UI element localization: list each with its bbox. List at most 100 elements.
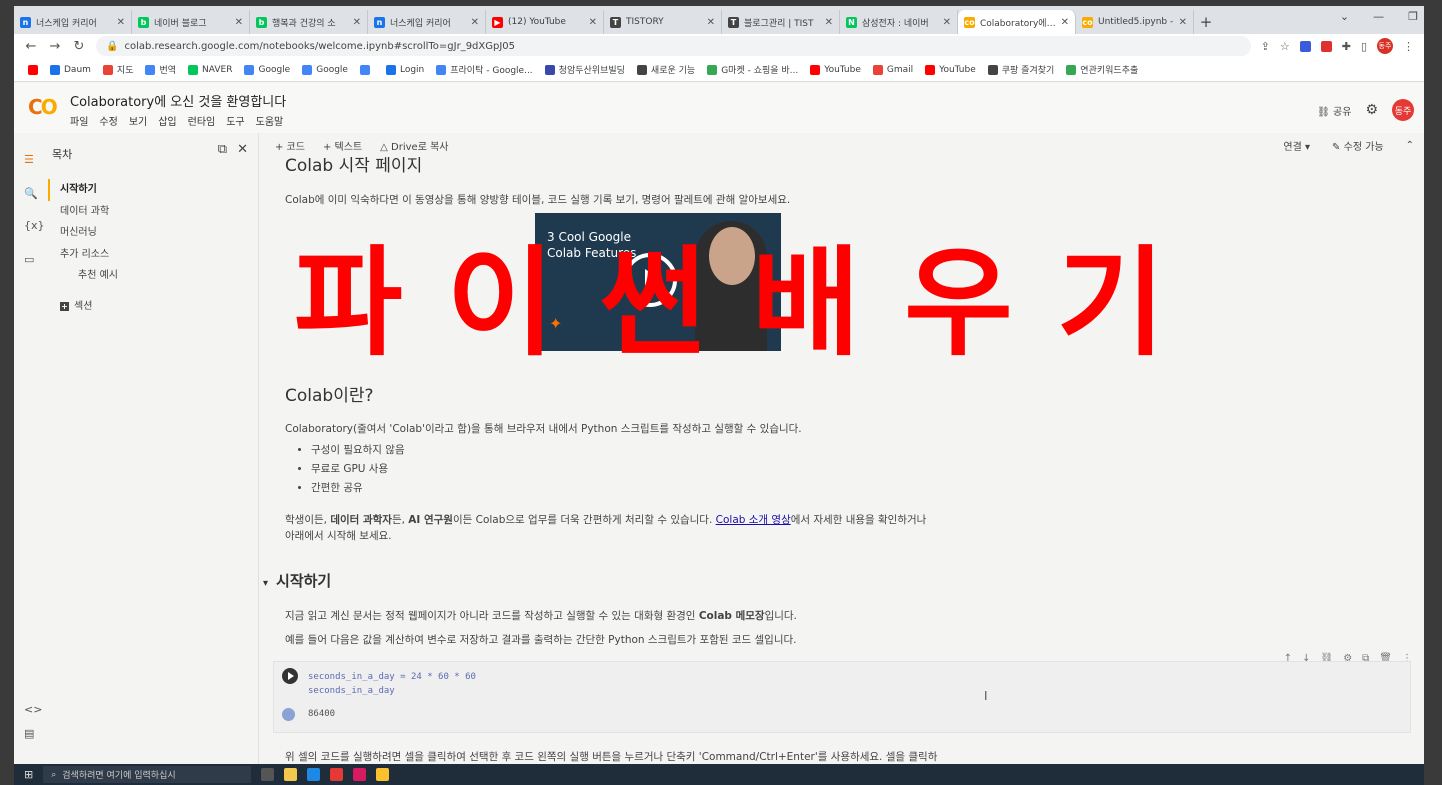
chevron-down-icon[interactable]: ⌄ <box>1340 10 1349 23</box>
toc-item[interactable]: 데이터 과학 <box>48 201 258 223</box>
sidepanel-icon[interactable]: ▯ <box>1361 40 1367 53</box>
puzzle-icon[interactable]: ✚ <box>1342 40 1351 53</box>
profile-avatar[interactable]: 동주 <box>1377 38 1393 54</box>
copy-to-drive-button[interactable]: △ Drive로 복사 <box>380 138 448 153</box>
section-heading-getting-started[interactable]: ▾ 시작하기 <box>263 570 339 591</box>
add-section-button[interactable]: + 섹션 <box>60 297 92 312</box>
app-icon[interactable] <box>376 768 390 781</box>
output-icon[interactable] <box>282 708 295 721</box>
bookmark-item[interactable]: 새로운 기능 <box>636 63 695 76</box>
table-of-contents-icon[interactable]: ☰ <box>24 153 34 166</box>
close-tab-icon[interactable]: ✕ <box>707 17 715 28</box>
bookmark-item[interactable]: Gmail <box>872 64 913 75</box>
bookmark-youtube-icon[interactable] <box>28 64 38 75</box>
menu-item[interactable]: 도움말 <box>256 113 284 128</box>
close-tab-icon[interactable]: ✕ <box>943 17 951 28</box>
close-tab-icon[interactable]: ✕ <box>589 17 597 28</box>
bookmark-item[interactable]: G마켓 - 쇼핑을 바... <box>707 63 798 76</box>
taskbar-search-input[interactable]: ⌕ 검색하려면 여기에 입력하십시 <box>43 766 252 783</box>
settings-gear-icon[interactable]: ⚙ <box>1365 102 1378 118</box>
bookmark-item[interactable] <box>359 64 374 75</box>
chrome-icon[interactable] <box>330 768 344 781</box>
bookmark-item[interactable]: NAVER <box>188 64 232 75</box>
bookmark-item[interactable]: Login <box>385 64 424 75</box>
notebook-title[interactable]: Colaboratory에 오신 것을 환영합니다 <box>70 91 286 110</box>
file-explorer-icon[interactable] <box>284 768 298 781</box>
bookmark-item[interactable]: 프라이탁 - Google... <box>436 63 533 76</box>
bookmark-item[interactable]: 연관키워드추출 <box>1066 63 1138 76</box>
close-tab-icon[interactable]: ✕ <box>117 17 125 28</box>
code-cell[interactable]: seconds_in_a_day = 24 * 60 * 60 seconds_… <box>273 661 1411 733</box>
bookmark-item[interactable]: Google <box>302 64 348 75</box>
files-folder-icon[interactable]: ▭ <box>24 253 34 266</box>
new-tab-button[interactable]: + <box>1194 10 1218 34</box>
menu-item[interactable]: 보기 <box>129 113 147 128</box>
run-cell-button[interactable] <box>282 668 298 684</box>
windows-start-icon[interactable]: ⊞ <box>24 768 33 781</box>
bookmark-item[interactable]: Daum <box>50 64 91 75</box>
browser-tab[interactable]: n 너스케입 커리어 ✕ <box>14 10 132 34</box>
collapse-chevron-icon[interactable]: ⌃ <box>1406 140 1414 151</box>
menu-item[interactable]: 도구 <box>226 113 244 128</box>
close-tab-icon[interactable]: ✕ <box>1179 17 1187 28</box>
close-icon[interactable]: ✕ <box>237 142 248 157</box>
close-tab-icon[interactable]: ✕ <box>825 17 833 28</box>
star-icon[interactable]: ☆ <box>1280 40 1290 53</box>
colab-intro-video-link[interactable]: Colab 소개 영상 <box>716 514 791 526</box>
editable-button[interactable]: ✎ 수정 가능 <box>1332 138 1384 153</box>
browser-tab[interactable]: n 너스케입 커리어 ✕ <box>368 10 486 34</box>
variables-icon[interactable]: {x} <box>24 219 45 232</box>
minimize-icon[interactable]: — <box>1373 10 1384 23</box>
toc-item[interactable]: 추가 리소스 <box>48 244 258 266</box>
extension-icon[interactable] <box>1320 40 1332 52</box>
search-icon[interactable]: 🔍 <box>24 187 38 200</box>
add-code-button[interactable]: + 코드 <box>275 138 305 153</box>
code-editor[interactable]: seconds_in_a_day = 24 * 60 * 60 seconds_… <box>308 670 476 698</box>
browser-tab[interactable]: co Colaboratory에 오 ✕ <box>958 10 1076 34</box>
browser-tab[interactable]: T 블로그관리 | TIST ✕ <box>722 10 840 34</box>
menu-item[interactable]: 삽입 <box>158 113 176 128</box>
close-tab-icon[interactable]: ✕ <box>235 17 243 28</box>
user-avatar[interactable]: 동주 <box>1392 99 1414 121</box>
bookmark-item[interactable]: 쿠팡 즐겨찾기 <box>987 63 1054 76</box>
browser-tab[interactable]: b 네이버 블로그 ✕ <box>132 10 250 34</box>
browser-tab[interactable]: N 삼성전자 : 네이버 ✕ <box>840 10 958 34</box>
bookmark-item[interactable]: YouTube <box>810 64 861 75</box>
browser-tab[interactable]: b 행복과 건강의 소 ✕ <box>250 10 368 34</box>
share-button[interactable]: ⛓ 공유 <box>1317 103 1351 118</box>
toc-item[interactable]: 추천 예시 <box>48 265 258 287</box>
more-icon[interactable]: ⋮ <box>1403 40 1414 53</box>
toc-item[interactable]: 머신러닝 <box>48 222 258 244</box>
code-snippets-icon[interactable]: <> <box>24 703 42 716</box>
open-in-tab-icon[interactable]: ⧉ <box>218 142 227 157</box>
bookmark-item[interactable]: Google <box>244 64 290 75</box>
task-view-icon[interactable] <box>261 768 275 781</box>
back-icon[interactable]: ← <box>24 39 38 54</box>
share-page-icon[interactable]: ⇪ <box>1261 40 1270 53</box>
collapse-arrow-icon[interactable]: ▾ <box>263 578 268 589</box>
forward-icon[interactable]: → <box>48 39 62 54</box>
edge-icon[interactable] <box>307 768 321 781</box>
menu-item[interactable]: 수정 <box>99 113 117 128</box>
add-text-button[interactable]: + 텍스트 <box>323 138 362 153</box>
bookmark-item[interactable]: YouTube <box>925 64 976 75</box>
toc-item[interactable]: 시작하기 <box>48 179 258 201</box>
restore-icon[interactable]: ❐ <box>1408 10 1418 23</box>
connect-button[interactable]: 연결 ▾ <box>1283 138 1310 153</box>
close-tab-icon[interactable]: ✕ <box>1061 17 1069 28</box>
browser-tab[interactable]: T TISTORY ✕ <box>604 10 722 34</box>
browser-tab[interactable]: co Untitled5.ipynb - ✕ <box>1076 10 1194 34</box>
bookmark-item[interactable]: 청암두산위브빌딩 <box>544 63 625 76</box>
browser-tab[interactable]: ▶ (12) YouTube ✕ <box>486 10 604 34</box>
colab-logo[interactable]: CO <box>28 95 58 119</box>
bookmark-item[interactable]: 지도 <box>102 63 133 76</box>
url-input[interactable]: 🔒 colab.research.google.com/notebooks/we… <box>96 36 1251 56</box>
command-palette-icon[interactable]: ▤ <box>24 727 34 740</box>
reload-icon[interactable]: ↻ <box>72 39 86 54</box>
menu-item[interactable]: 파일 <box>70 113 88 128</box>
menu-item[interactable]: 런타임 <box>188 113 216 128</box>
app-icon[interactable] <box>353 768 367 781</box>
close-tab-icon[interactable]: ✕ <box>471 17 479 28</box>
close-tab-icon[interactable]: ✕ <box>353 17 361 28</box>
bookmark-item[interactable]: 번역 <box>145 63 176 76</box>
